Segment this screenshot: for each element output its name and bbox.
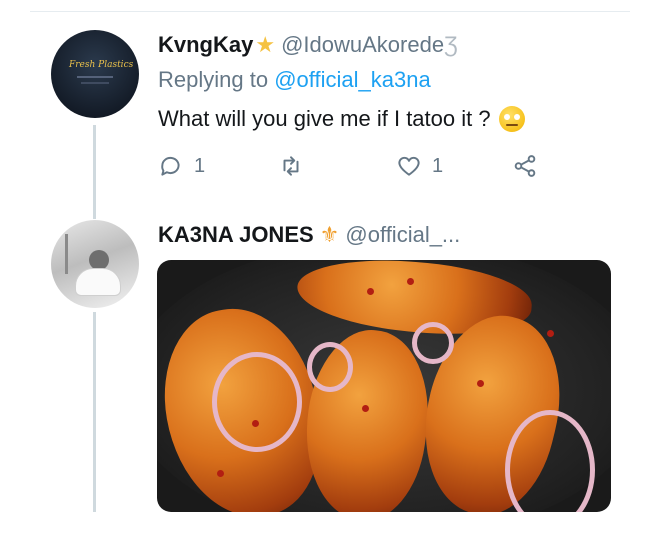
share-icon xyxy=(514,155,536,177)
pepper-flake xyxy=(362,405,369,412)
replying-to-label: Replying to xyxy=(158,67,269,92)
pepper-flake xyxy=(407,278,414,285)
pepper-flake xyxy=(547,330,554,337)
avatar[interactable] xyxy=(51,220,139,308)
retweet-button[interactable] xyxy=(278,152,314,180)
tweet-header: KvngKay ★ @IdowuAkoredeƷ xyxy=(158,32,458,58)
pepper-flake xyxy=(477,380,484,387)
thread-connector-line xyxy=(93,125,96,219)
avatar-decoration xyxy=(81,82,109,84)
tweet-text: What will you give me if I tatoo it ? xyxy=(158,106,525,132)
reply-icon xyxy=(161,156,180,176)
onion-ring xyxy=(212,352,302,452)
like-count: 1 xyxy=(432,154,444,177)
share-button[interactable] xyxy=(512,152,538,180)
reply-count: 1 xyxy=(194,154,206,177)
pepper-flake xyxy=(367,288,374,295)
retweet-icon xyxy=(283,156,299,176)
heart-icon xyxy=(398,156,420,176)
avatar[interactable]: Fresh Plastics xyxy=(51,30,139,118)
onion-ring xyxy=(307,342,353,392)
tweet-text-content: What will you give me if I tatoo it ? xyxy=(158,106,491,131)
reply-button[interactable]: 1 xyxy=(158,152,205,180)
pepper-flake xyxy=(217,470,224,477)
avatar-logo-text: Fresh Plastics xyxy=(69,60,134,70)
fleur-de-lis-icon: ⚜ xyxy=(319,222,340,247)
onion-ring xyxy=(412,322,454,364)
replying-to: Replying to @official_ka3na xyxy=(158,67,431,93)
user-handle[interactable]: @IdowuAkoredeƷ xyxy=(281,32,457,58)
avatar-decoration xyxy=(65,234,68,274)
pepper-flake xyxy=(252,420,259,427)
like-button[interactable]: 1 xyxy=(396,152,443,180)
display-name[interactable]: KA3NA JONES xyxy=(158,222,314,248)
star-emoji-icon: ★ xyxy=(255,32,276,57)
tweet-media-image[interactable] xyxy=(157,260,611,512)
display-name[interactable]: KvngKay xyxy=(158,32,253,58)
face-with-rolling-eyes-icon xyxy=(498,106,525,132)
top-divider xyxy=(30,11,630,12)
user-handle[interactable]: @official_... xyxy=(345,222,460,248)
avatar-decoration xyxy=(77,76,113,78)
tweet-actions: 1 1 xyxy=(158,152,558,180)
thread-connector-line-2 xyxy=(93,312,96,512)
avatar-decoration xyxy=(89,250,109,270)
tweet-header: KA3NA JONES ⚜ @official_... xyxy=(158,222,460,248)
avatar-decoration xyxy=(75,268,121,296)
replying-to-mention-link[interactable]: @official_ka3na xyxy=(274,67,430,92)
